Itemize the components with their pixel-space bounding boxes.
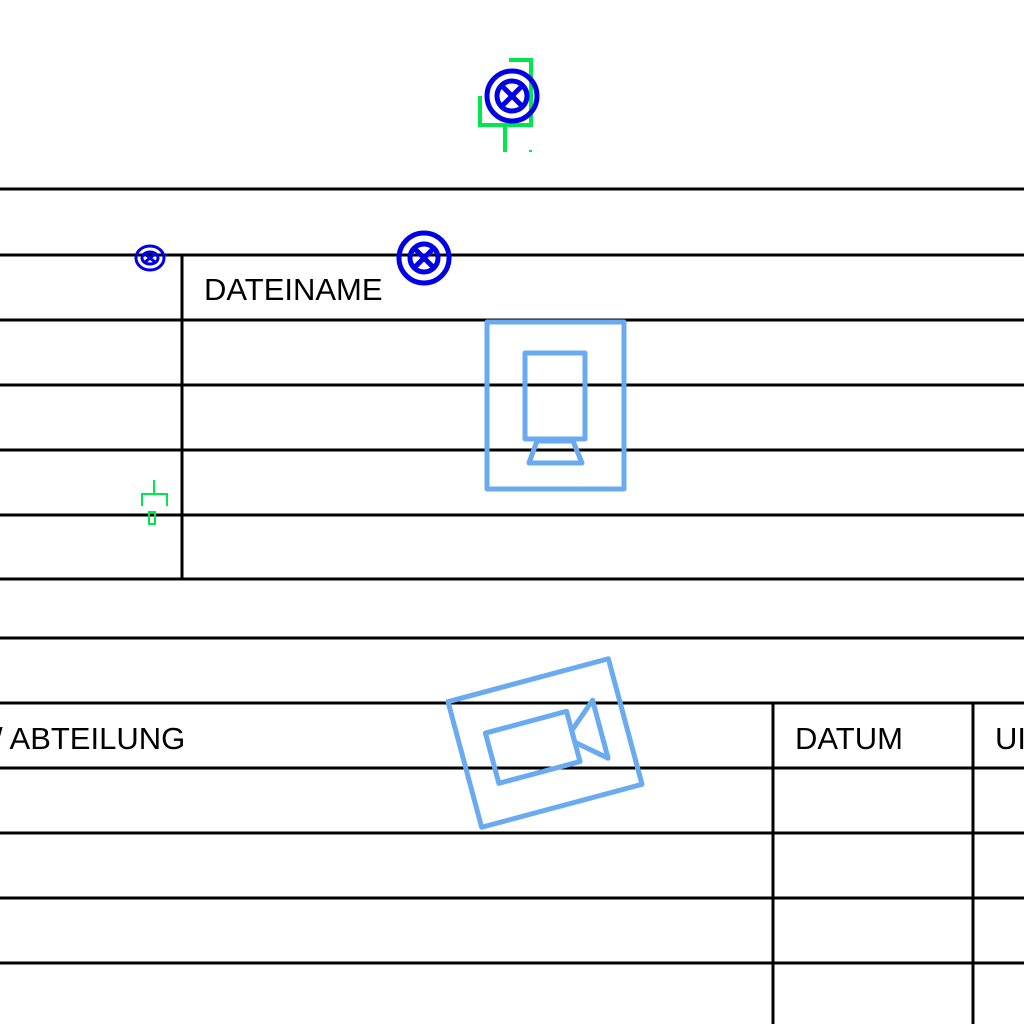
monitor-display-icon[interactable]: [484, 319, 627, 492]
drawing-canvas: DATEINAME / ABTEILUNG DATUM UI: [0, 58, 1024, 1024]
filename-header: DATEINAME: [204, 272, 383, 307]
crossed-circle-lamp-icon[interactable]: [484, 68, 540, 124]
third-column-header-partial: UI: [995, 721, 1024, 756]
small-crossed-circle-lamp-icon[interactable]: [134, 244, 166, 272]
department-header: / ABTEILUNG: [0, 721, 185, 756]
crossed-circle-lamp-icon[interactable]: [396, 230, 452, 286]
lower-title-block: [0, 636, 1024, 1024]
switch-plug-icon[interactable]: [141, 480, 168, 525]
date-header: DATUM: [795, 721, 903, 756]
video-camera-icon[interactable]: [445, 656, 645, 830]
